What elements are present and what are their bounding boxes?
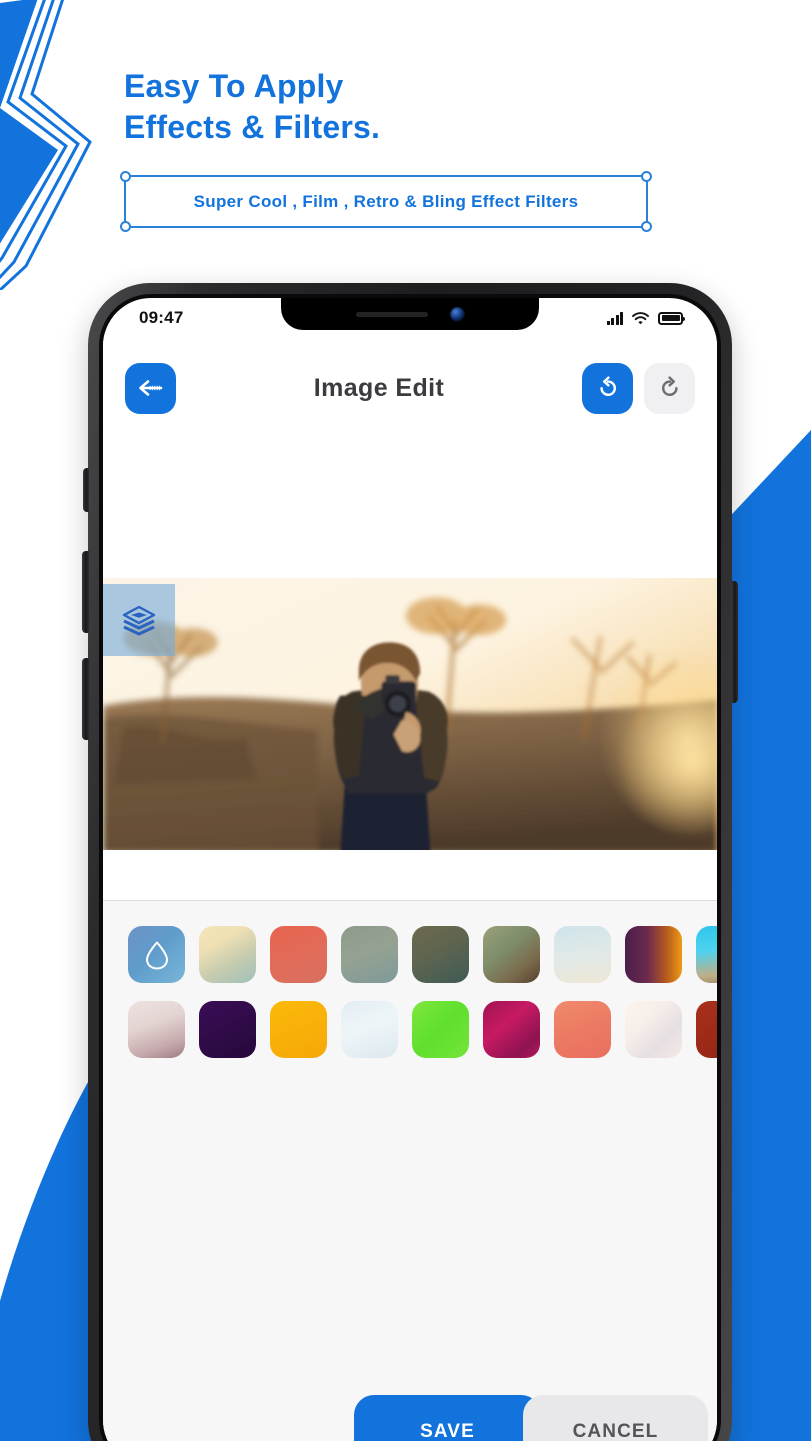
filter-thumb-cyan-pop[interactable] [696,926,717,983]
filter-row-top [103,926,717,983]
signal-bars-icon [606,311,623,325]
layers-toggle[interactable] [103,584,175,656]
filter-thumb-original[interactable] [128,926,185,983]
redo-icon [661,376,678,396]
filter-thumb-soft-rose[interactable] [128,1001,185,1058]
filter-thumb-coral-red[interactable] [270,926,327,983]
volume-down-button[interactable] [82,658,89,740]
filter-thumb-magenta[interactable] [483,1001,540,1058]
selection-handle-bottom-left [120,221,131,232]
action-buttons: SAVE CANCEL [354,1395,708,1441]
battery-full-icon [658,311,685,325]
phone-mockup: 09:47 Image Edit SAVE CANCEL [82,283,738,1441]
phone-notch [281,298,539,330]
filter-thumb-deep-purple[interactable] [199,1001,256,1058]
header-actions [582,362,695,414]
app-header: Image Edit [103,332,717,444]
filter-thumb-neon-green[interactable] [412,1001,469,1058]
filter-thumb-plum-amber[interactable] [625,926,682,983]
headline-line-1: Easy To Apply [124,68,344,104]
water-drop-icon [145,941,168,969]
status-icons [606,311,685,325]
app-title: Image Edit [313,373,445,402]
silent-switch-button[interactable] [83,468,89,512]
undo-button[interactable] [582,362,633,414]
phone-bezel: 09:47 Image Edit SAVE CANCEL [99,294,721,1441]
subtitle-text: Super Cool , Film , Retro & Bling Effect… [193,191,579,211]
selection-handle-top-right [641,171,652,182]
filter-thumb-salmon[interactable] [554,1001,611,1058]
selection-handle-bottom-right [641,221,652,232]
filter-thumb-rust-red[interactable] [696,1001,717,1058]
decorative-wave-topleft [0,0,92,290]
filter-thumb-sage-grey[interactable] [341,926,398,983]
filter-row-bottom [103,1001,717,1058]
save-button[interactable]: SAVE [354,1395,541,1441]
layers-icon [122,605,156,636]
canvas-spacer [103,850,717,900]
redo-button[interactable] [644,362,695,414]
image-canvas[interactable] [103,578,717,850]
front-camera-icon [449,306,465,322]
promo-screenshot: Easy To Apply Effects & Filters. Super C… [0,0,811,1441]
page-title: Easy To Apply Effects & Filters. [124,66,380,148]
filter-thumb-olive-dark[interactable] [412,926,469,983]
power-button[interactable] [731,581,738,703]
volume-up-button[interactable] [82,551,89,633]
filter-thumb-warm-cream[interactable] [199,926,256,983]
cancel-button[interactable]: CANCEL [523,1395,708,1441]
back-button[interactable] [125,362,176,414]
edited-photo [103,578,717,850]
filter-thumb-pastel-mist[interactable] [625,1001,682,1058]
filter-thumb-pale-sky[interactable] [554,926,611,983]
selection-handle-top-left [120,171,131,182]
phone-screen: 09:47 Image Edit SAVE CANCEL [103,298,717,1441]
filter-thumb-moss-blur[interactable] [483,926,540,983]
headline-line-2: Effects & Filters. [124,108,381,145]
wifi-icon [632,311,649,324]
undo-icon [599,376,616,396]
filters-panel: SAVE CANCEL [103,901,717,1441]
subtitle-badge: Super Cool , Film , Retro & Bling Effect… [120,171,652,232]
filter-thumb-ice-white[interactable] [341,1001,398,1058]
photo-illustration [103,578,717,850]
back-arrow-icon [138,380,162,396]
status-time: 09:47 [139,308,184,327]
filter-thumb-golden[interactable] [270,1001,327,1058]
speaker-slot-icon [355,311,428,317]
